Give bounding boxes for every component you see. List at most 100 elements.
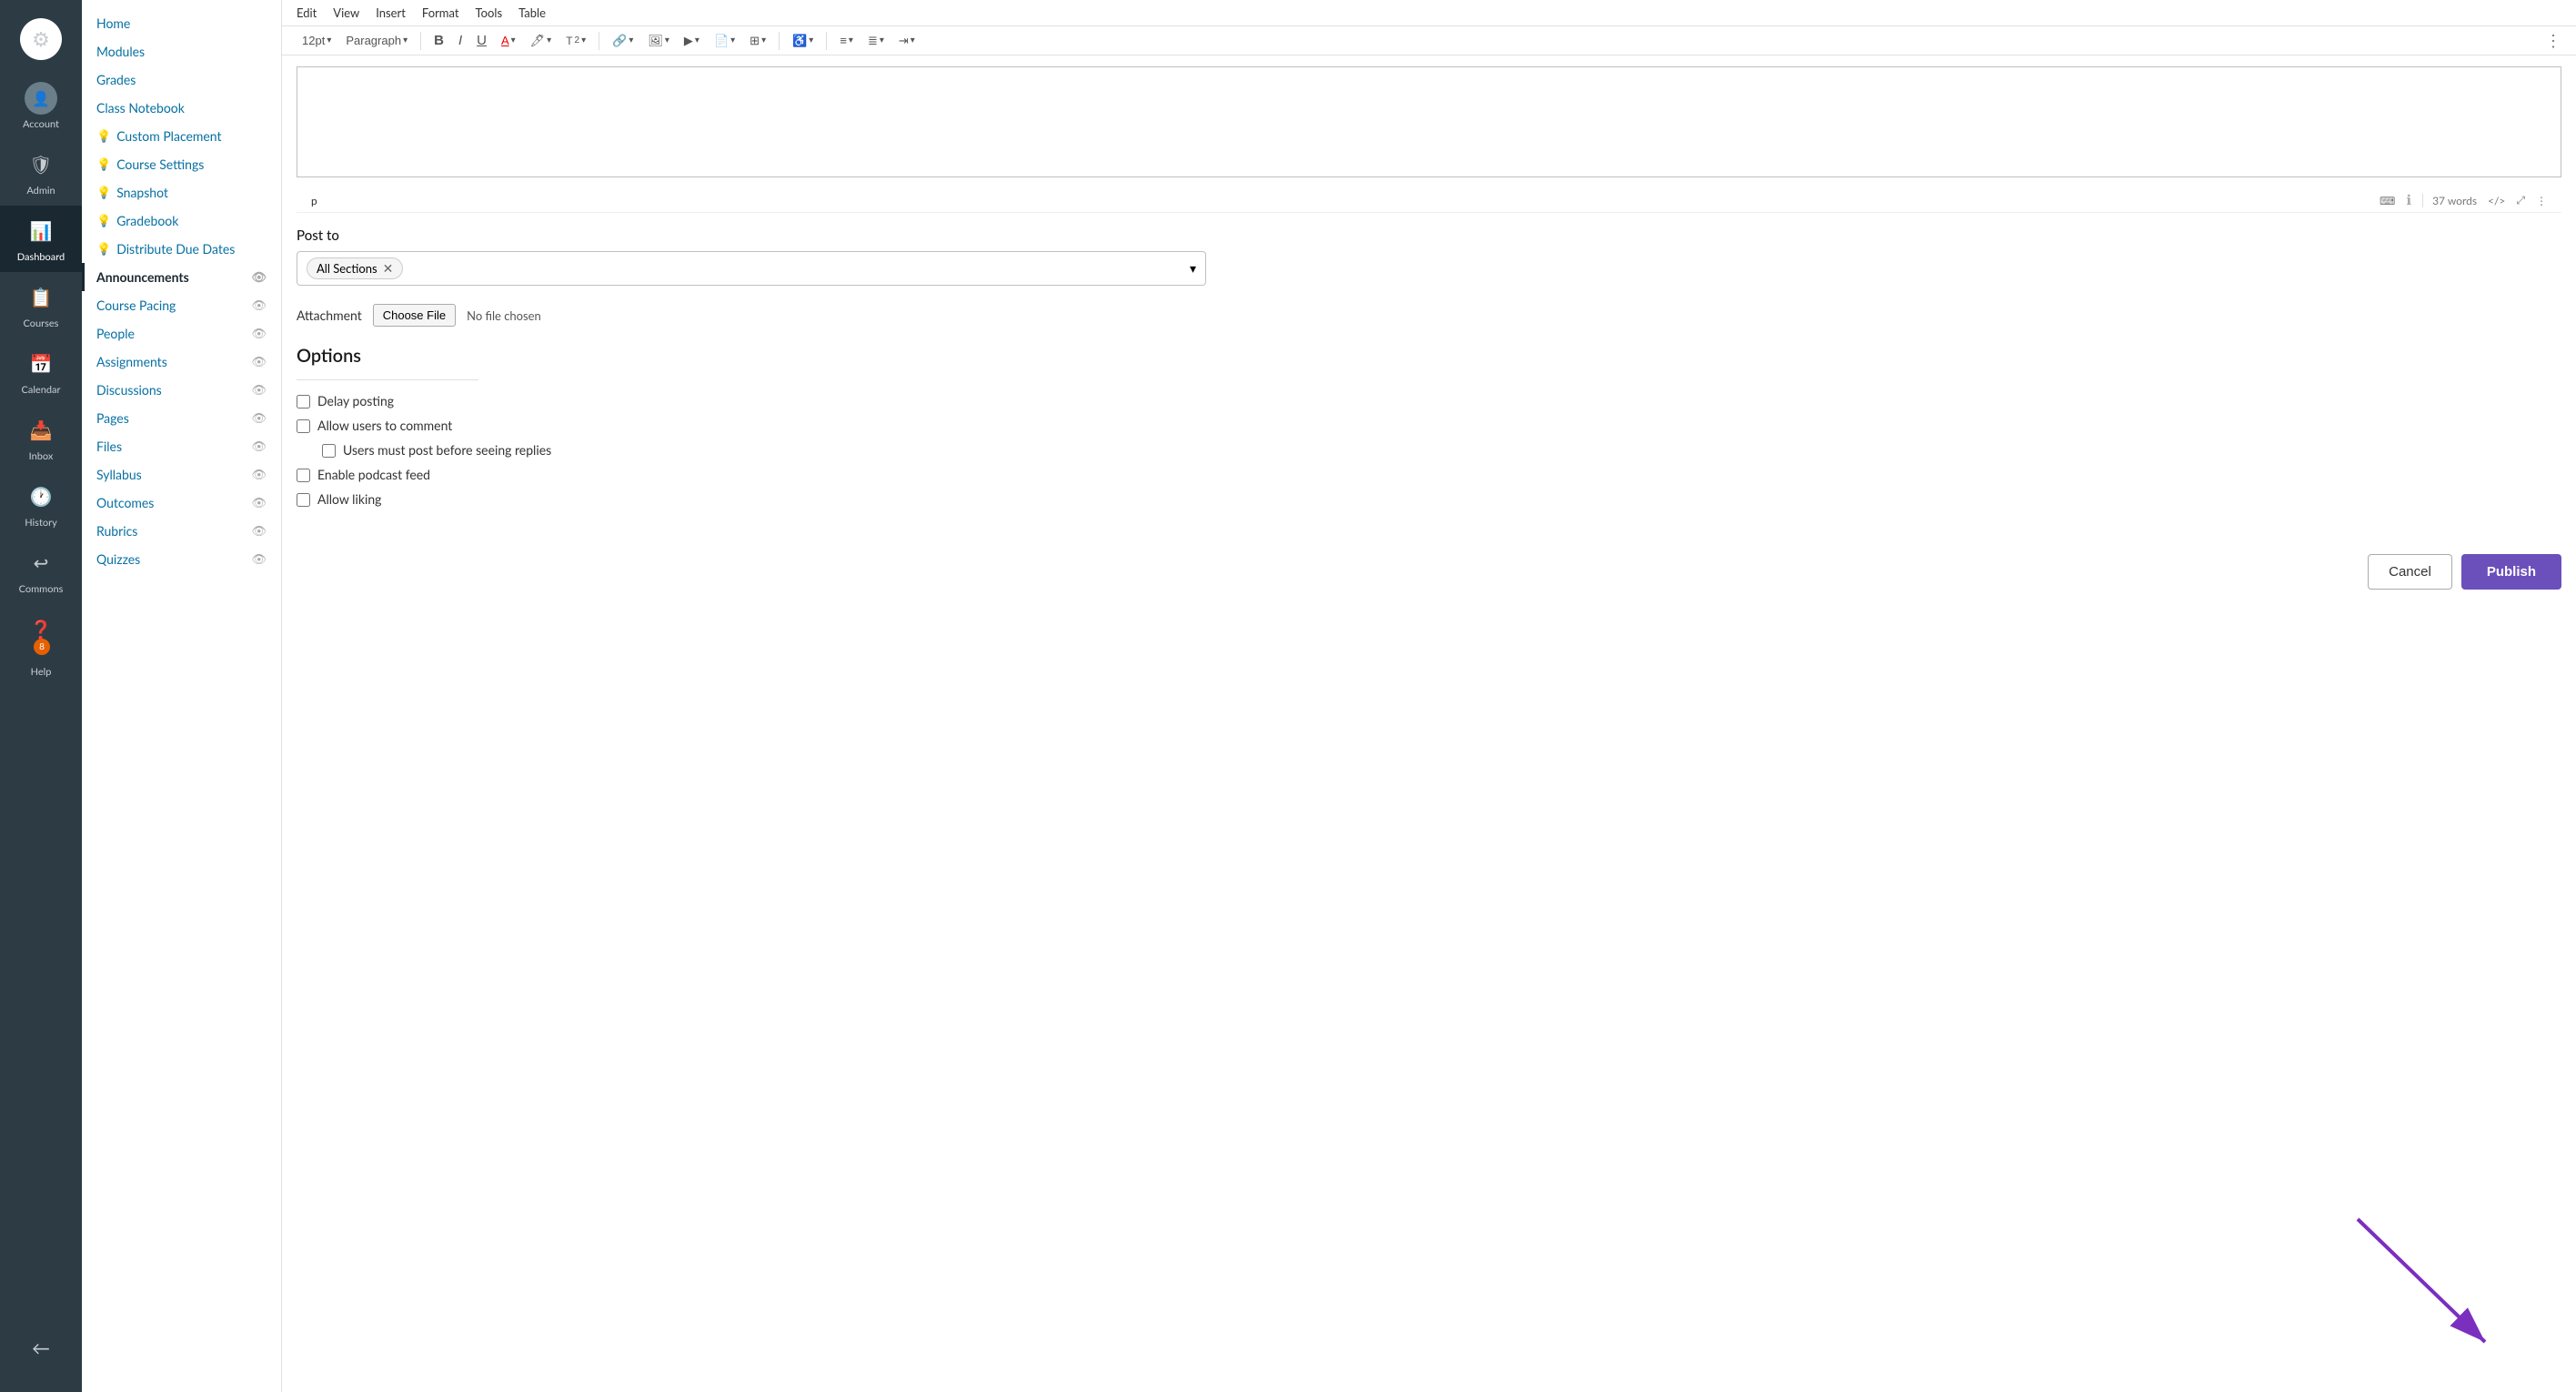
history-icon: 🕐: [25, 480, 57, 513]
menu-insert[interactable]: Insert: [376, 5, 406, 20]
course-nav-gradebook[interactable]: 💡 Gradebook: [82, 207, 281, 235]
course-nav-people[interactable]: People 👁: [82, 319, 281, 348]
post-to-dropdown-arrow[interactable]: ▾: [1190, 260, 1196, 277]
nav-account[interactable]: 👤 Account: [0, 73, 82, 139]
highlight-btn[interactable]: 🖊 ▾: [525, 31, 558, 51]
superscript-btn[interactable]: T2 ▾: [560, 32, 591, 50]
indent-btn[interactable]: ⇥ ▾: [893, 31, 921, 51]
accessibility-btn[interactable]: ♿ ▾: [787, 31, 819, 51]
course-nav-snapshot[interactable]: 💡 Snapshot: [82, 178, 281, 207]
menu-format[interactable]: Format: [422, 5, 459, 20]
course-nav-outcomes[interactable]: Outcomes 👁: [82, 489, 281, 517]
nav-commons[interactable]: ↩ Commons: [0, 538, 82, 604]
nav-history[interactable]: 🕐 History: [0, 471, 82, 538]
media-btn[interactable]: ▶ ▾: [679, 31, 705, 51]
font-size-btn[interactable]: 12pt ▾: [297, 31, 337, 50]
html-view-btn[interactable]: </>: [2488, 194, 2505, 207]
pages-label: Pages: [96, 410, 129, 426]
nav-admin[interactable]: 🛡 Admin: [0, 139, 82, 206]
section-tag-remove-btn[interactable]: ✕: [383, 260, 394, 277]
post-to-select[interactable]: All Sections ✕ ▾: [297, 251, 1206, 286]
nav-calendar[interactable]: 📅 Calendar: [0, 338, 82, 405]
image-arrow: ▾: [665, 35, 669, 45]
course-nav-rubrics[interactable]: Rubrics 👁: [82, 517, 281, 545]
course-nav-home[interactable]: Home: [82, 9, 281, 37]
info-icon[interactable]: ℹ: [2406, 192, 2411, 208]
course-nav-course-pacing[interactable]: Course Pacing 👁: [82, 291, 281, 319]
choose-file-button[interactable]: Choose File: [373, 304, 456, 327]
more-options-icon[interactable]: ⋮: [2536, 194, 2547, 207]
menu-edit[interactable]: Edit: [297, 5, 317, 20]
nav-logo[interactable]: ⚙: [0, 9, 82, 73]
image-btn[interactable]: 🖼 ▾: [642, 31, 675, 51]
snapshot-label: Snapshot: [116, 185, 168, 200]
course-nav-class-notebook[interactable]: Class Notebook: [82, 94, 281, 122]
keyboard-shortcut-icon[interactable]: ⌨: [2380, 194, 2395, 207]
publish-button[interactable]: Publish: [2461, 554, 2561, 590]
menu-table[interactable]: Table: [518, 5, 546, 20]
pages-eye-icon[interactable]: 👁: [251, 410, 267, 426]
indent-icon: ⇥: [899, 34, 909, 48]
options-divider: [297, 379, 478, 380]
course-nav-distribute-due-dates[interactable]: 💡 Distribute Due Dates: [82, 235, 281, 263]
quizzes-eye-icon[interactable]: 👁: [251, 551, 267, 567]
nav-collapse[interactable]: ←: [0, 1323, 82, 1374]
course-nav-grades[interactable]: Grades: [82, 66, 281, 94]
files-eye-icon[interactable]: 👁: [251, 439, 267, 454]
nav-admin-label: Admin: [26, 185, 55, 197]
enable-podcast-checkbox[interactable]: [297, 469, 310, 482]
list-arrow: ▾: [880, 35, 884, 45]
align-btn[interactable]: ≡ ▾: [834, 31, 859, 50]
custom-placement-bulb-icon: 💡: [96, 128, 111, 144]
nav-courses[interactable]: 📋 Courses: [0, 272, 82, 338]
apps-btn[interactable]: ⊞ ▾: [744, 31, 771, 51]
menu-tools[interactable]: Tools: [476, 5, 503, 20]
document-btn[interactable]: 📄 ▾: [709, 31, 740, 51]
text-color-btn[interactable]: A ▾: [496, 31, 521, 50]
italic-btn[interactable]: I: [453, 30, 468, 51]
link-btn[interactable]: 🔗 ▾: [607, 31, 639, 51]
course-nav-quizzes[interactable]: Quizzes 👁: [82, 545, 281, 573]
option-must-post-first: Users must post before seeing replies: [322, 442, 2561, 458]
course-pacing-eye-icon[interactable]: 👁: [251, 298, 267, 313]
discussions-label: Discussions: [96, 382, 162, 398]
course-nav-discussions[interactable]: Discussions 👁: [82, 376, 281, 404]
rubrics-eye-icon[interactable]: 👁: [251, 523, 267, 539]
cancel-button[interactable]: Cancel: [2368, 554, 2452, 590]
menu-view[interactable]: View: [333, 5, 359, 20]
post-to-label: Post to: [297, 227, 2561, 244]
option-allow-liking: Allow liking: [297, 491, 2561, 507]
people-eye-icon[interactable]: 👁: [251, 326, 267, 341]
allow-comments-checkbox[interactable]: [297, 419, 310, 433]
delay-posting-checkbox[interactable]: [297, 395, 310, 409]
nav-inbox[interactable]: 📥 Inbox: [0, 405, 82, 471]
expand-btn[interactable]: ⤢: [2516, 193, 2525, 207]
underline-btn[interactable]: U: [471, 30, 492, 51]
assignments-eye-icon[interactable]: 👁: [251, 354, 267, 369]
course-nav-pages[interactable]: Pages 👁: [82, 404, 281, 432]
course-nav-syllabus[interactable]: Syllabus 👁: [82, 460, 281, 489]
syllabus-eye-icon[interactable]: 👁: [251, 467, 267, 482]
course-nav-assignments[interactable]: Assignments 👁: [82, 348, 281, 376]
editor-toolbar: 12pt ▾ Paragraph ▾ B I U A ▾ 🖊 ▾ T2 ▾ 🔗 …: [282, 26, 2576, 55]
nav-help[interactable]: ❓ 8 Help: [0, 604, 82, 687]
bold-btn[interactable]: B: [428, 30, 449, 51]
course-nav-modules[interactable]: Modules: [82, 37, 281, 66]
allow-liking-checkbox[interactable]: [297, 493, 310, 507]
course-nav-custom-placement[interactable]: 💡 Custom Placement: [82, 122, 281, 150]
discussions-eye-icon[interactable]: 👁: [251, 382, 267, 398]
must-post-first-checkbox[interactable]: [322, 444, 336, 458]
list-btn[interactable]: ≣ ▾: [862, 31, 890, 51]
paragraph-btn[interactable]: Paragraph ▾: [340, 31, 413, 50]
toolbar-more-icon[interactable]: ⋮: [2545, 30, 2561, 51]
nav-dashboard[interactable]: 📊 Dashboard: [0, 206, 82, 272]
collapse-icon: ←: [25, 1332, 57, 1365]
editor-area[interactable]: [297, 66, 2561, 177]
course-nav-files[interactable]: Files 👁: [82, 432, 281, 460]
course-nav-announcements[interactable]: Announcements 👁: [82, 263, 281, 291]
distribute-due-dates-bulb-icon: 💡: [96, 241, 111, 257]
editor-content-area[interactable]: [297, 67, 2561, 177]
outcomes-eye-icon[interactable]: 👁: [251, 495, 267, 510]
course-nav-course-settings[interactable]: 💡 Course Settings: [82, 150, 281, 178]
announcements-eye-icon[interactable]: 👁: [251, 269, 267, 285]
